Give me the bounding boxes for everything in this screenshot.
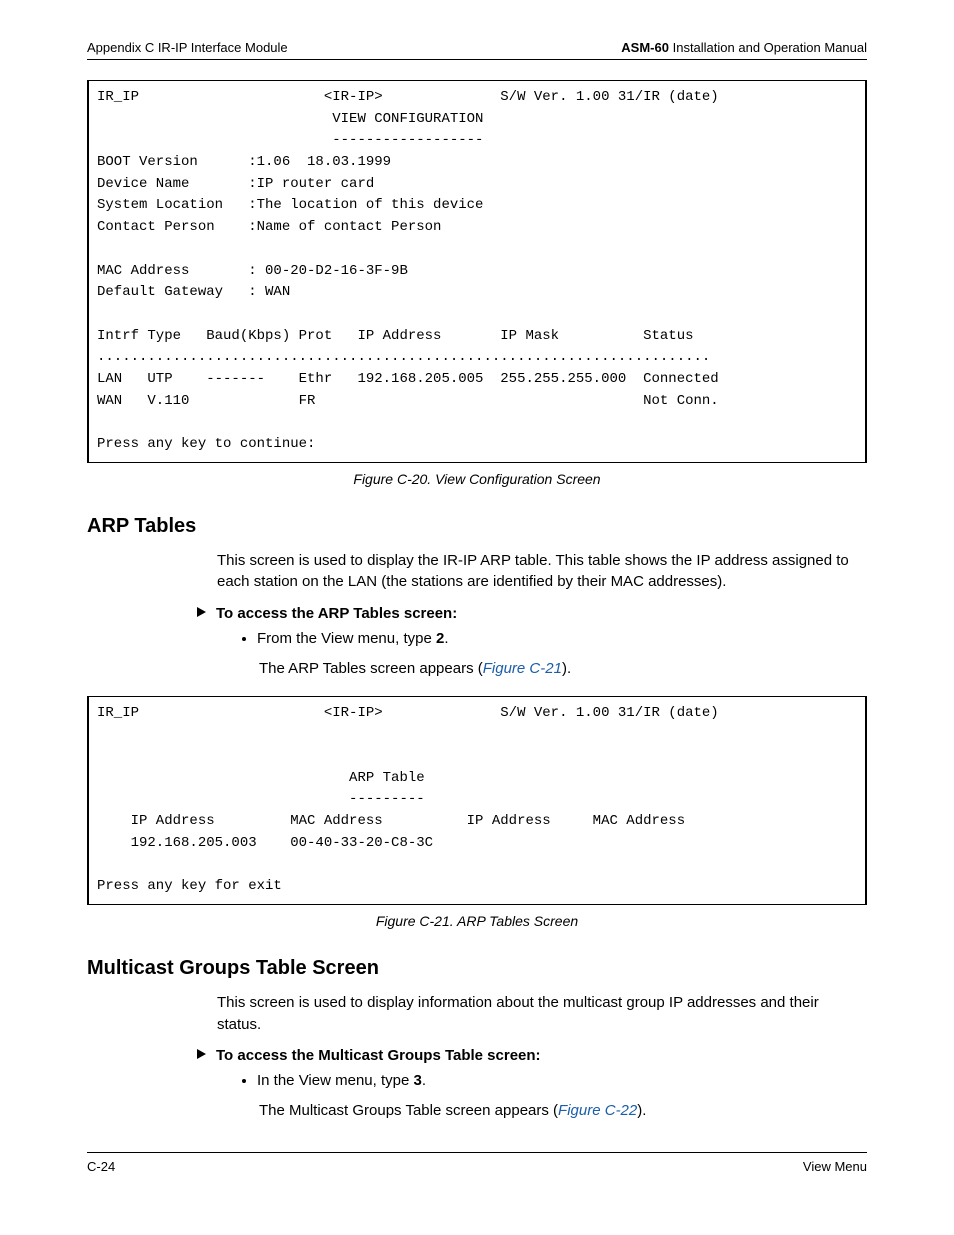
procedure-heading-arp-text: To access the ARP Tables screen: — [216, 605, 457, 622]
procedure-steps-multicast: In the View menu, type 3. — [237, 1070, 867, 1092]
result-pre: The Multicast Groups Table screen appear… — [259, 1102, 558, 1119]
header-left: Appendix C IR-IP Interface Module — [87, 40, 288, 55]
footer-page-number: C-24 — [87, 1159, 115, 1174]
procedure-result-multicast: The Multicast Groups Table screen appear… — [259, 1100, 867, 1122]
running-footer: C-24 View Menu — [87, 1152, 867, 1174]
running-header: Appendix C IR-IP Interface Module ASM-60… — [87, 40, 867, 60]
procedure-step: From the View menu, type 2. — [257, 628, 867, 650]
result-post: ). — [637, 1102, 646, 1119]
step-text-pre: From the View menu, type — [257, 630, 436, 647]
procedure-heading-multicast: To access the Multicast Groups Table scr… — [197, 1047, 867, 1064]
procedure-step: In the View menu, type 3. — [257, 1070, 867, 1092]
result-post: ). — [562, 660, 571, 677]
step-text-post: . — [444, 630, 448, 647]
arp-tables-paragraph: This screen is used to display the IR-IP… — [217, 550, 867, 594]
multicast-paragraph: This screen is used to display informati… — [217, 992, 867, 1036]
procedure-heading-arp: To access the ARP Tables screen: — [197, 605, 867, 622]
arrow-icon — [197, 607, 206, 617]
procedure-result-arp: The ARP Tables screen appears (Figure C-… — [259, 658, 867, 680]
section-heading-arp-tables: ARP Tables — [87, 515, 867, 538]
figure-caption-c21: Figure C-21. ARP Tables Screen — [87, 913, 867, 929]
figure-link-c22[interactable]: Figure C-22 — [558, 1102, 637, 1119]
step-key: 3 — [413, 1072, 421, 1089]
figure-link-c21[interactable]: Figure C-21 — [483, 660, 562, 677]
terminal-view-configuration: IR_IP <IR-IP> S/W Ver. 1.00 31/IR (date)… — [87, 80, 867, 463]
procedure-heading-multicast-text: To access the Multicast Groups Table scr… — [216, 1047, 541, 1064]
header-right-rest: Installation and Operation Manual — [669, 40, 867, 55]
page: Appendix C IR-IP Interface Module ASM-60… — [87, 40, 867, 1174]
footer-section-name: View Menu — [803, 1159, 867, 1174]
step-text-post: . — [422, 1072, 426, 1089]
procedure-steps-arp: From the View menu, type 2. — [237, 628, 867, 650]
header-right-bold: ASM-60 — [621, 40, 669, 55]
header-right: ASM-60 Installation and Operation Manual — [621, 40, 867, 55]
arrow-icon — [197, 1049, 206, 1059]
step-text-pre: In the View menu, type — [257, 1072, 413, 1089]
result-pre: The ARP Tables screen appears ( — [259, 660, 483, 677]
section-heading-multicast: Multicast Groups Table Screen — [87, 957, 867, 980]
figure-caption-c20: Figure C-20. View Configuration Screen — [87, 471, 867, 487]
terminal-arp-table: IR_IP <IR-IP> S/W Ver. 1.00 31/IR (date)… — [87, 696, 867, 905]
